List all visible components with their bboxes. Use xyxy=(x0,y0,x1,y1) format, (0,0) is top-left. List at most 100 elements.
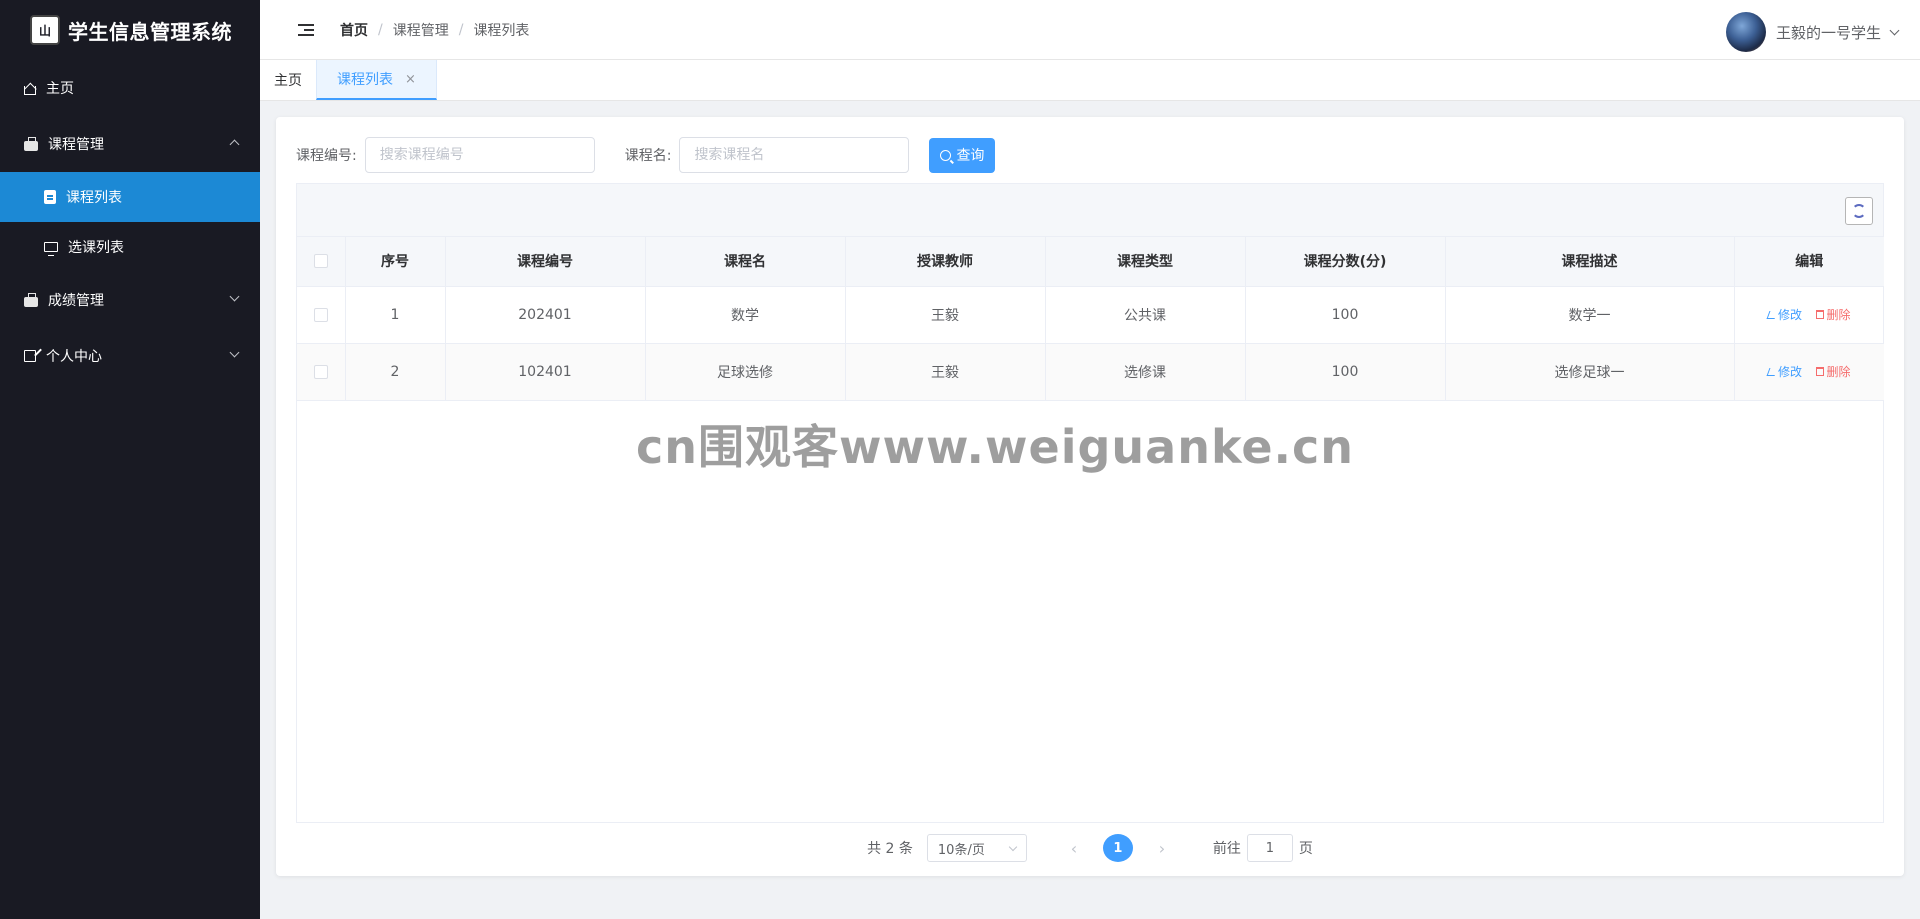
home-icon xyxy=(24,86,36,95)
refresh-button[interactable] xyxy=(1845,197,1873,225)
edit-icon xyxy=(1766,310,1778,319)
sidebar-item-grade-management[interactable]: 成绩管理 xyxy=(0,272,260,328)
delete-label: 删除 xyxy=(1826,364,1851,379)
chevron-up-icon xyxy=(229,139,240,150)
search-bar: 课程编号: 课程名: 查询 xyxy=(296,137,996,173)
breadcrumb-course-management: 课程管理 xyxy=(392,22,449,39)
course-code-label: 课程编号: xyxy=(296,148,357,164)
cell-description: 选修足球一 xyxy=(1445,343,1735,401)
cell-actions: 修改 删除 xyxy=(1734,343,1884,401)
page-number-current[interactable]: 1 xyxy=(1102,834,1133,862)
cell-teacher: 王毅 xyxy=(845,343,1046,401)
sidebar-item-label: 主页 xyxy=(46,81,74,97)
breadcrumb: 首页 / 课程管理 / 课程列表 xyxy=(340,20,529,40)
column-header: 编辑 xyxy=(1734,237,1884,287)
select-all-checkbox[interactable] xyxy=(313,254,328,269)
goto-page-input[interactable] xyxy=(1246,834,1293,862)
tab-label: 课程列表 xyxy=(337,72,393,88)
edit-label: 修改 xyxy=(1778,308,1803,323)
column-header: 课程描述 xyxy=(1445,237,1735,287)
page-tabs: 主页 课程列表 × xyxy=(260,60,1920,101)
delete-label: 删除 xyxy=(1826,307,1851,322)
row-select-cell xyxy=(297,286,346,344)
query-button[interactable]: 查询 xyxy=(929,137,996,173)
select-all-cell xyxy=(297,237,346,287)
goto-label: 前往 xyxy=(1212,841,1241,857)
page-unit-label: 页 xyxy=(1298,841,1313,857)
briefcase-icon xyxy=(24,292,38,307)
watermark: cn围观客www.weiguanke.cn xyxy=(636,420,1355,474)
column-header: 课程名 xyxy=(645,237,846,287)
sidebar-item-label: 个人中心 xyxy=(46,349,102,365)
sidebar-item-label: 成绩管理 xyxy=(48,293,104,309)
cell-course-code: 202401 xyxy=(445,286,646,344)
tab-home[interactable]: 主页 xyxy=(260,60,316,100)
sidebar-item-course-list[interactable]: 课程列表 xyxy=(0,172,260,222)
sidebar-item-selection-list[interactable]: 选课列表 xyxy=(0,222,260,272)
sidebar-item-course-management[interactable]: 课程管理 xyxy=(0,116,260,172)
tab-course-list[interactable]: 课程列表 × xyxy=(316,60,437,100)
search-icon xyxy=(940,149,952,161)
page-size-select[interactable]: 10条/页 xyxy=(926,834,1027,862)
cell-score: 100 xyxy=(1245,343,1446,401)
course-name-label: 课程名: xyxy=(624,148,672,164)
delete-button[interactable]: 删除 xyxy=(1816,363,1850,380)
goto-page: 前往 页 xyxy=(1213,834,1313,862)
chevron-down-icon xyxy=(1889,25,1900,35)
table-row: 1 202401 数学 王毅 公共课 100 数学一 修改 删除 xyxy=(297,286,1884,344)
avatar[interactable] xyxy=(1725,12,1766,52)
cell-course-type: 选修课 xyxy=(1045,343,1246,401)
sidebar-item-label: 课程管理 xyxy=(48,137,104,153)
cell-index: 1 xyxy=(345,286,446,344)
monitor-icon xyxy=(44,242,58,256)
edit-icon xyxy=(24,350,36,362)
next-page-button[interactable]: › xyxy=(1147,839,1177,858)
edit-button[interactable]: 修改 xyxy=(1766,363,1802,380)
trash-icon xyxy=(1816,309,1825,319)
breadcrumb-home[interactable]: 首页 xyxy=(340,20,368,40)
table-row: 2 102401 足球选修 王毅 选修课 100 选修足球一 修改 删除 xyxy=(297,343,1884,401)
query-button-label: 查询 xyxy=(956,148,985,164)
refresh-icon xyxy=(1852,204,1866,218)
user-name[interactable]: 王毅的一号学生 xyxy=(1776,22,1881,43)
trash-icon xyxy=(1816,366,1825,376)
cell-index: 2 xyxy=(345,343,446,401)
edit-icon xyxy=(1766,367,1778,376)
pagination: 共 2 条 10条/页 ‹ 1 › 前往 页 xyxy=(276,833,1904,863)
top-header: 首页 / 课程管理 / 课程列表 王毅的一号学生 xyxy=(260,0,1920,60)
page-size-value: 10条/页 xyxy=(937,842,985,858)
menu-toggle-icon[interactable] xyxy=(298,23,314,36)
sidebar-item-personal-center[interactable]: 个人中心 xyxy=(0,328,260,384)
briefcase-icon xyxy=(24,136,38,151)
cell-teacher: 王毅 xyxy=(845,286,1046,344)
row-checkbox[interactable] xyxy=(313,364,328,379)
delete-button[interactable]: 删除 xyxy=(1816,306,1850,323)
table-toolbar xyxy=(297,184,1883,237)
cell-course-code: 102401 xyxy=(445,343,646,401)
cell-course-name: 足球选修 xyxy=(645,343,846,401)
column-header: 课程分数(分) xyxy=(1245,237,1446,287)
course-code-input[interactable] xyxy=(364,137,595,173)
sidebar-item-label: 选课列表 xyxy=(68,240,124,256)
table-header-row: 序号 课程编号 课程名 授课教师 课程类型 课程分数(分) 课程描述 编辑 xyxy=(297,237,1884,287)
user-menu[interactable]: 王毅的一号学生 xyxy=(1725,12,1900,52)
row-select-cell xyxy=(297,343,346,401)
breadcrumb-course-list: 课程列表 xyxy=(473,22,530,39)
close-icon[interactable]: × xyxy=(405,72,416,87)
edit-button[interactable]: 修改 xyxy=(1766,306,1803,323)
cell-score: 100 xyxy=(1245,286,1446,344)
chevron-down-icon xyxy=(229,347,240,358)
logo-badge-icon: 山 xyxy=(30,15,60,45)
cell-actions: 修改 删除 xyxy=(1734,286,1884,344)
row-checkbox[interactable] xyxy=(313,307,328,322)
cell-course-name: 数学 xyxy=(645,286,846,344)
cell-course-type: 公共课 xyxy=(1045,286,1246,344)
content-card: 课程编号: 课程名: 查询 xyxy=(276,117,1904,876)
cell-description: 数学一 xyxy=(1445,286,1735,344)
column-header: 序号 xyxy=(345,237,446,287)
chevron-down-icon xyxy=(229,291,240,302)
main-content: 课程编号: 课程名: 查询 xyxy=(260,101,1920,919)
course-name-input[interactable] xyxy=(679,137,910,173)
prev-page-button[interactable]: ‹ xyxy=(1059,839,1089,858)
sidebar-item-home[interactable]: 主页 xyxy=(0,60,260,116)
